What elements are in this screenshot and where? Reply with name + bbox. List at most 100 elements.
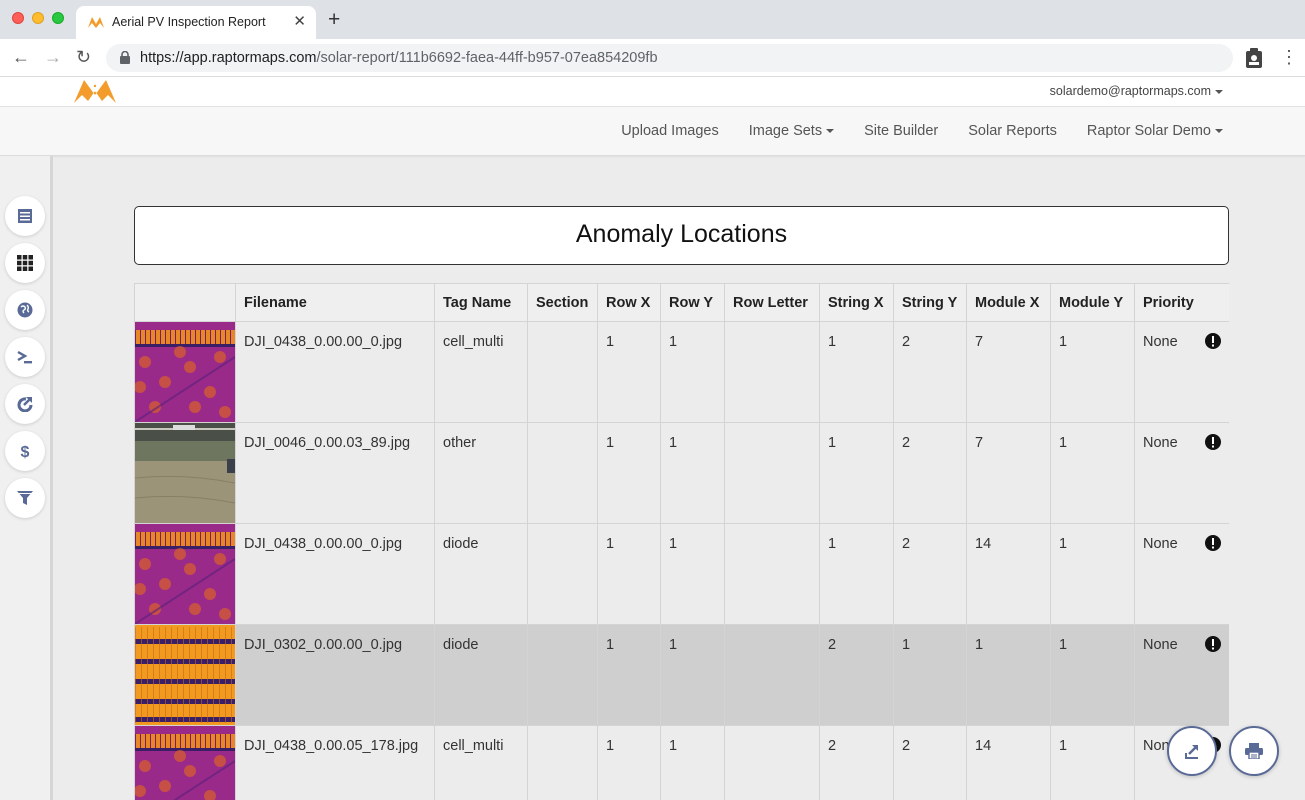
table-row[interactable]: DJI_0046_0.00.03_89.jpg other 1 1 1 2 7 1 None [134, 422, 1229, 524]
row-letter-cell [724, 725, 820, 800]
aerial-photo-thumbnail [135, 423, 235, 523]
sidebar-billing-button[interactable]: $ [5, 431, 45, 471]
report-icon [18, 209, 32, 223]
alert-icon[interactable] [1205, 636, 1221, 652]
col-header-module-x[interactable]: Module X [966, 283, 1051, 322]
print-icon [1245, 743, 1263, 759]
nav-site-builder[interactable]: Site Builder [864, 123, 938, 139]
address-bar[interactable]: https://app.raptormaps.com/solar-report/… [106, 44, 1233, 72]
print-button[interactable] [1229, 726, 1279, 776]
table-row[interactable]: DJI_0302_0.00.00_0.jpg diode 1 1 2 1 1 1 None [134, 624, 1229, 726]
section-title-box: Anomaly Locations [134, 206, 1229, 265]
thermal-image-thumbnail [135, 322, 235, 422]
section-cell [527, 725, 598, 800]
thumbnail-cell[interactable] [134, 422, 236, 524]
tag-cell: diode [434, 523, 528, 625]
string-y-cell: 2 [893, 422, 967, 524]
table-header-row: Filename Tag Name Section Row X Row Y Ro… [134, 283, 1229, 322]
thumbnail-cell[interactable] [134, 624, 236, 726]
sidebar-share-button[interactable] [5, 384, 45, 424]
thumbnail-cell[interactable] [134, 523, 236, 625]
row-y-cell: 1 [660, 523, 725, 625]
nav-org-menu[interactable]: Raptor Solar Demo [1087, 123, 1223, 139]
sidebar-globe-button[interactable] [5, 290, 45, 330]
section-cell [527, 321, 598, 423]
table-row[interactable]: DJI_0438_0.00.00_0.jpg diode 1 1 1 2 14 1 None [134, 523, 1229, 625]
svg-text:$: $ [21, 444, 30, 459]
new-tab-button[interactable]: + [328, 8, 340, 32]
sidebar-filter-button[interactable] [5, 478, 45, 518]
priority-cell: None [1134, 523, 1229, 625]
close-window-button[interactable] [12, 12, 24, 24]
col-header-row-letter[interactable]: Row Letter [724, 283, 820, 322]
priority-cell: None [1134, 422, 1229, 524]
section-cell [527, 422, 598, 524]
chevron-down-icon [1215, 129, 1223, 134]
nav-solar-reports[interactable]: Solar Reports [968, 123, 1057, 139]
priority-value: None [1143, 536, 1178, 552]
alert-icon[interactable] [1205, 535, 1221, 551]
col-header-section[interactable]: Section [527, 283, 598, 322]
nav-upload-images[interactable]: Upload Images [621, 123, 719, 139]
filename-cell: DJI_0046_0.00.03_89.jpg [235, 422, 435, 524]
priority-value: None [1143, 637, 1178, 653]
thumbnail-cell[interactable] [134, 321, 236, 423]
module-y-cell: 1 [1050, 321, 1135, 423]
nav-image-sets[interactable]: Image Sets [749, 123, 835, 139]
browser-toolbar: ← → ↻ https://app.raptormaps.com/solar-r… [0, 39, 1305, 77]
app-topbar: solardemo@raptormaps.com [0, 77, 1305, 107]
user-menu[interactable]: solardemo@raptormaps.com [1050, 84, 1223, 98]
tab-close-icon[interactable]: ✕ [293, 12, 306, 30]
maximize-window-button[interactable] [52, 12, 64, 24]
sidebar-terminal-button[interactable] [5, 337, 45, 377]
string-y-cell: 2 [893, 725, 967, 800]
col-header-row-x[interactable]: Row X [597, 283, 661, 322]
raptor-favicon-icon [88, 17, 104, 28]
col-header-image [134, 283, 236, 322]
tag-cell: diode [434, 624, 528, 726]
clipboard-extension-icon[interactable] [1245, 48, 1263, 68]
table-row[interactable]: DJI_0438_0.00.00_0.jpg cell_multi 1 1 1 2 7 1 No… [134, 321, 1229, 423]
row-y-cell: 1 [660, 725, 725, 800]
col-header-string-y[interactable]: String Y [893, 283, 967, 322]
browser-tab[interactable]: Aerial PV Inspection Report ✕ [76, 6, 316, 39]
user-email: solardemo@raptormaps.com [1049, 84, 1211, 98]
dollar-icon: $ [21, 444, 30, 459]
sidebar-report-button[interactable] [5, 196, 45, 236]
col-header-row-y[interactable]: Row Y [660, 283, 725, 322]
forward-arrow-icon[interactable]: → [44, 46, 62, 68]
grid-icon [17, 255, 33, 271]
filter-icon [17, 491, 33, 505]
col-header-string-x[interactable]: String X [819, 283, 894, 322]
col-header-module-y[interactable]: Module Y [1050, 283, 1135, 322]
raptor-maps-logo[interactable] [74, 77, 116, 105]
url-path: /solar-report/111b6692-faea-44ff-b957-07… [316, 50, 658, 66]
sidebar-grid-button[interactable] [5, 243, 45, 283]
table-row[interactable]: DJI_0438_0.00.05_178.jpg cell_multi 1 1 2 2 14… [134, 725, 1229, 800]
module-x-cell: 1 [966, 624, 1051, 726]
nav-org-label: Raptor Solar Demo [1086, 123, 1211, 139]
col-header-tag-name[interactable]: Tag Name [434, 283, 528, 322]
col-header-filename[interactable]: Filename [235, 283, 435, 322]
anomaly-table-container[interactable]: Filename Tag Name Section Row X Row Y Ro… [134, 283, 1229, 800]
string-x-cell: 2 [819, 624, 894, 726]
row-x-cell: 1 [597, 321, 661, 423]
back-arrow-icon[interactable]: ← [12, 46, 30, 68]
export-button[interactable] [1167, 726, 1217, 776]
alert-icon[interactable] [1205, 333, 1221, 349]
reload-icon[interactable]: ↻ [76, 46, 91, 68]
filename-cell: DJI_0438_0.00.05_178.jpg [235, 725, 435, 800]
module-x-cell: 14 [966, 725, 1051, 800]
app-navbar: Upload Images Image Sets Site Builder So… [0, 107, 1305, 156]
minimize-window-button[interactable] [32, 12, 44, 24]
module-x-cell: 7 [966, 422, 1051, 524]
thumbnail-cell[interactable] [134, 725, 236, 800]
row-x-cell: 1 [597, 422, 661, 524]
chevron-down-icon [826, 129, 835, 134]
section-cell [527, 523, 598, 625]
browser-menu-icon[interactable]: ⋮ [1280, 47, 1298, 67]
alert-icon[interactable] [1205, 434, 1221, 450]
tag-cell: cell_multi [434, 725, 528, 800]
col-header-priority[interactable]: Priority [1134, 283, 1229, 322]
row-y-cell: 1 [660, 321, 725, 423]
